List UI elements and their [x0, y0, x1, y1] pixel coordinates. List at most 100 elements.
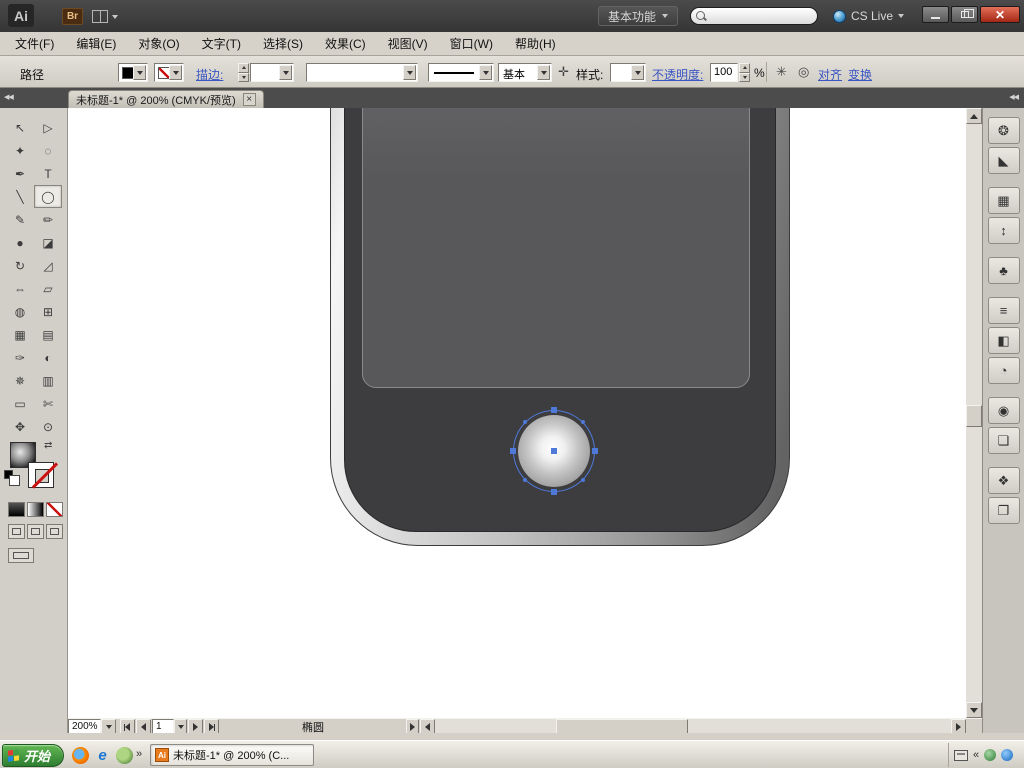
kuler-panel-button[interactable]: ↕ — [988, 217, 1020, 244]
screen-mode-button[interactable] — [8, 548, 34, 563]
vertical-scrollbar[interactable] — [966, 108, 982, 718]
last-artboard-button[interactable] — [204, 719, 219, 734]
stroke-weight-stepper[interactable] — [238, 63, 249, 82]
anchor-point-left[interactable] — [510, 448, 516, 454]
symbol-sprayer-tool[interactable]: ✵ — [6, 369, 34, 392]
ellipse-tool[interactable]: ◯ — [34, 185, 62, 208]
width-profile-dropdown[interactable] — [306, 63, 418, 82]
blend-tool[interactable]: ◐ — [34, 346, 62, 369]
hscroll-right-button[interactable] — [951, 719, 966, 734]
anchor-point-right[interactable] — [592, 448, 598, 454]
opacity-link[interactable]: 不透明度: — [652, 66, 703, 83]
collapse-right-dock-icon[interactable]: ◀◀ — [1009, 93, 1018, 101]
draw-normal-button[interactable] — [8, 524, 25, 539]
first-artboard-button[interactable] — [120, 719, 135, 734]
none-button[interactable] — [46, 502, 63, 517]
quicklaunch-overflow-icon[interactable]: » — [136, 748, 142, 760]
stroke-color-dropdown[interactable] — [154, 63, 184, 82]
handle-point-se[interactable] — [581, 478, 585, 482]
scroll-up-button[interactable] — [966, 108, 982, 124]
stepper-down-icon[interactable] — [238, 73, 249, 83]
style-dropdown[interactable] — [610, 63, 646, 82]
zoom-tool[interactable]: ⊙ — [34, 415, 62, 438]
align-panel-link[interactable]: 对齐 — [818, 66, 842, 83]
zoom-field[interactable]: 200% — [68, 719, 101, 734]
gradient-button[interactable] — [27, 502, 44, 517]
vertical-scroll-thumb[interactable] — [966, 405, 982, 427]
menu-view[interactable]: 视图(V) — [377, 32, 439, 56]
default-fill-stroke-icon[interactable] — [4, 470, 13, 479]
opacity-field[interactable]: 100 — [710, 63, 738, 82]
brushes-panel-button[interactable]: ♣ — [988, 257, 1020, 284]
menu-window[interactable]: 窗口(W) — [439, 32, 504, 56]
firefox-quicklaunch-icon[interactable] — [72, 747, 89, 764]
next-artboard-button[interactable] — [188, 719, 203, 734]
tray-collapse-icon[interactable]: « — [973, 749, 979, 761]
close-button[interactable]: ✕ — [980, 6, 1020, 23]
blob-brush-tool[interactable]: ● — [6, 231, 34, 254]
hand-tool[interactable]: ✥ — [6, 415, 34, 438]
line-segment-tool[interactable]: ╲ — [6, 185, 34, 208]
color-panel-button[interactable]: ❂ — [988, 117, 1020, 144]
free-transform-tool[interactable]: ▱ — [34, 277, 62, 300]
draw-inside-button[interactable] — [46, 524, 63, 539]
artboard-dropdown-button[interactable] — [174, 719, 187, 734]
perspective-grid-tool[interactable]: ⊞ — [34, 300, 62, 323]
stepper-up-icon[interactable] — [739, 63, 750, 73]
width-tool[interactable]: ⇔ — [6, 277, 34, 300]
scroll-down-button[interactable] — [966, 702, 982, 718]
stroke-weight-dropdown[interactable] — [250, 63, 294, 82]
cs-live-button[interactable]: CS Live — [833, 6, 904, 26]
gradient-tool[interactable]: ▤ — [34, 323, 62, 346]
input-method-icon[interactable] — [954, 750, 968, 761]
start-button[interactable]: 开始 — [2, 744, 64, 767]
symbols-panel-button[interactable]: ▦ — [988, 187, 1020, 214]
opacity-stepper[interactable] — [739, 63, 750, 82]
artboard-tool[interactable]: ▭ — [6, 392, 34, 415]
tab-close-icon[interactable]: × — [243, 93, 256, 106]
recolor-artwork-icon[interactable]: ✳ — [776, 64, 787, 80]
search-input[interactable] — [707, 9, 807, 23]
direct-selection-tool[interactable]: ▷ — [34, 116, 62, 139]
tray-network-icon[interactable] — [1001, 749, 1013, 761]
menu-help[interactable]: 帮助(H) — [504, 32, 567, 56]
transparency-panel-button[interactable]: ◔ — [988, 357, 1020, 384]
pencil-tool[interactable]: ✏ — [34, 208, 62, 231]
pen-tool[interactable]: ✒ — [6, 162, 34, 185]
artboard-number-field[interactable]: 1 — [152, 719, 174, 734]
center-point[interactable] — [551, 448, 557, 454]
column-graph-tool[interactable]: ▥ — [34, 369, 62, 392]
draw-behind-button[interactable] — [27, 524, 44, 539]
anchor-point-bottom[interactable] — [551, 489, 557, 495]
graphic-styles-panel-button[interactable]: ❏ — [988, 427, 1020, 454]
stepper-up-icon[interactable] — [238, 63, 249, 73]
brush-name-dropdown[interactable]: 基本 — [498, 63, 552, 82]
magic-wand-tool[interactable]: ✦ — [6, 139, 34, 162]
collapse-left-panel-icon[interactable]: ◀◀ — [4, 93, 13, 101]
restore-button[interactable] — [951, 6, 978, 23]
scale-tool[interactable]: ◿ — [34, 254, 62, 277]
horizontal-scroll-thumb[interactable] — [556, 719, 688, 734]
crosshair-icon[interactable]: ✛ — [558, 64, 569, 80]
selection-tool[interactable]: ↖ — [6, 116, 34, 139]
previous-artboard-button[interactable] — [136, 719, 151, 734]
paintbrush-tool[interactable]: ✎ — [6, 208, 34, 231]
transform-panel-link[interactable]: 变换 — [848, 66, 872, 83]
color-button[interactable] — [8, 502, 25, 517]
gradient-panel-button[interactable]: ◧ — [988, 327, 1020, 354]
bridge-button[interactable]: Br — [62, 8, 83, 25]
swatches-panel-button[interactable]: ◣ — [988, 147, 1020, 174]
internet-explorer-quicklaunch-icon[interactable]: e — [94, 747, 111, 764]
stroke-panel-link[interactable]: 描边: — [196, 66, 223, 83]
rotate-tool[interactable]: ↻ — [6, 254, 34, 277]
horizontal-scrollbar[interactable] — [435, 719, 951, 734]
phone-screen[interactable] — [362, 108, 750, 388]
minimize-button[interactable] — [922, 6, 949, 23]
brush-definition-dropdown[interactable] — [428, 63, 494, 82]
stepper-down-icon[interactable] — [739, 73, 750, 83]
eraser-tool[interactable]: ◪ — [34, 231, 62, 254]
status-menu-button[interactable] — [406, 719, 419, 734]
menu-type[interactable]: 文字(T) — [191, 32, 252, 56]
lasso-tool[interactable]: ◌ — [34, 139, 62, 162]
workspace-switcher[interactable]: 基本功能 — [598, 6, 678, 26]
